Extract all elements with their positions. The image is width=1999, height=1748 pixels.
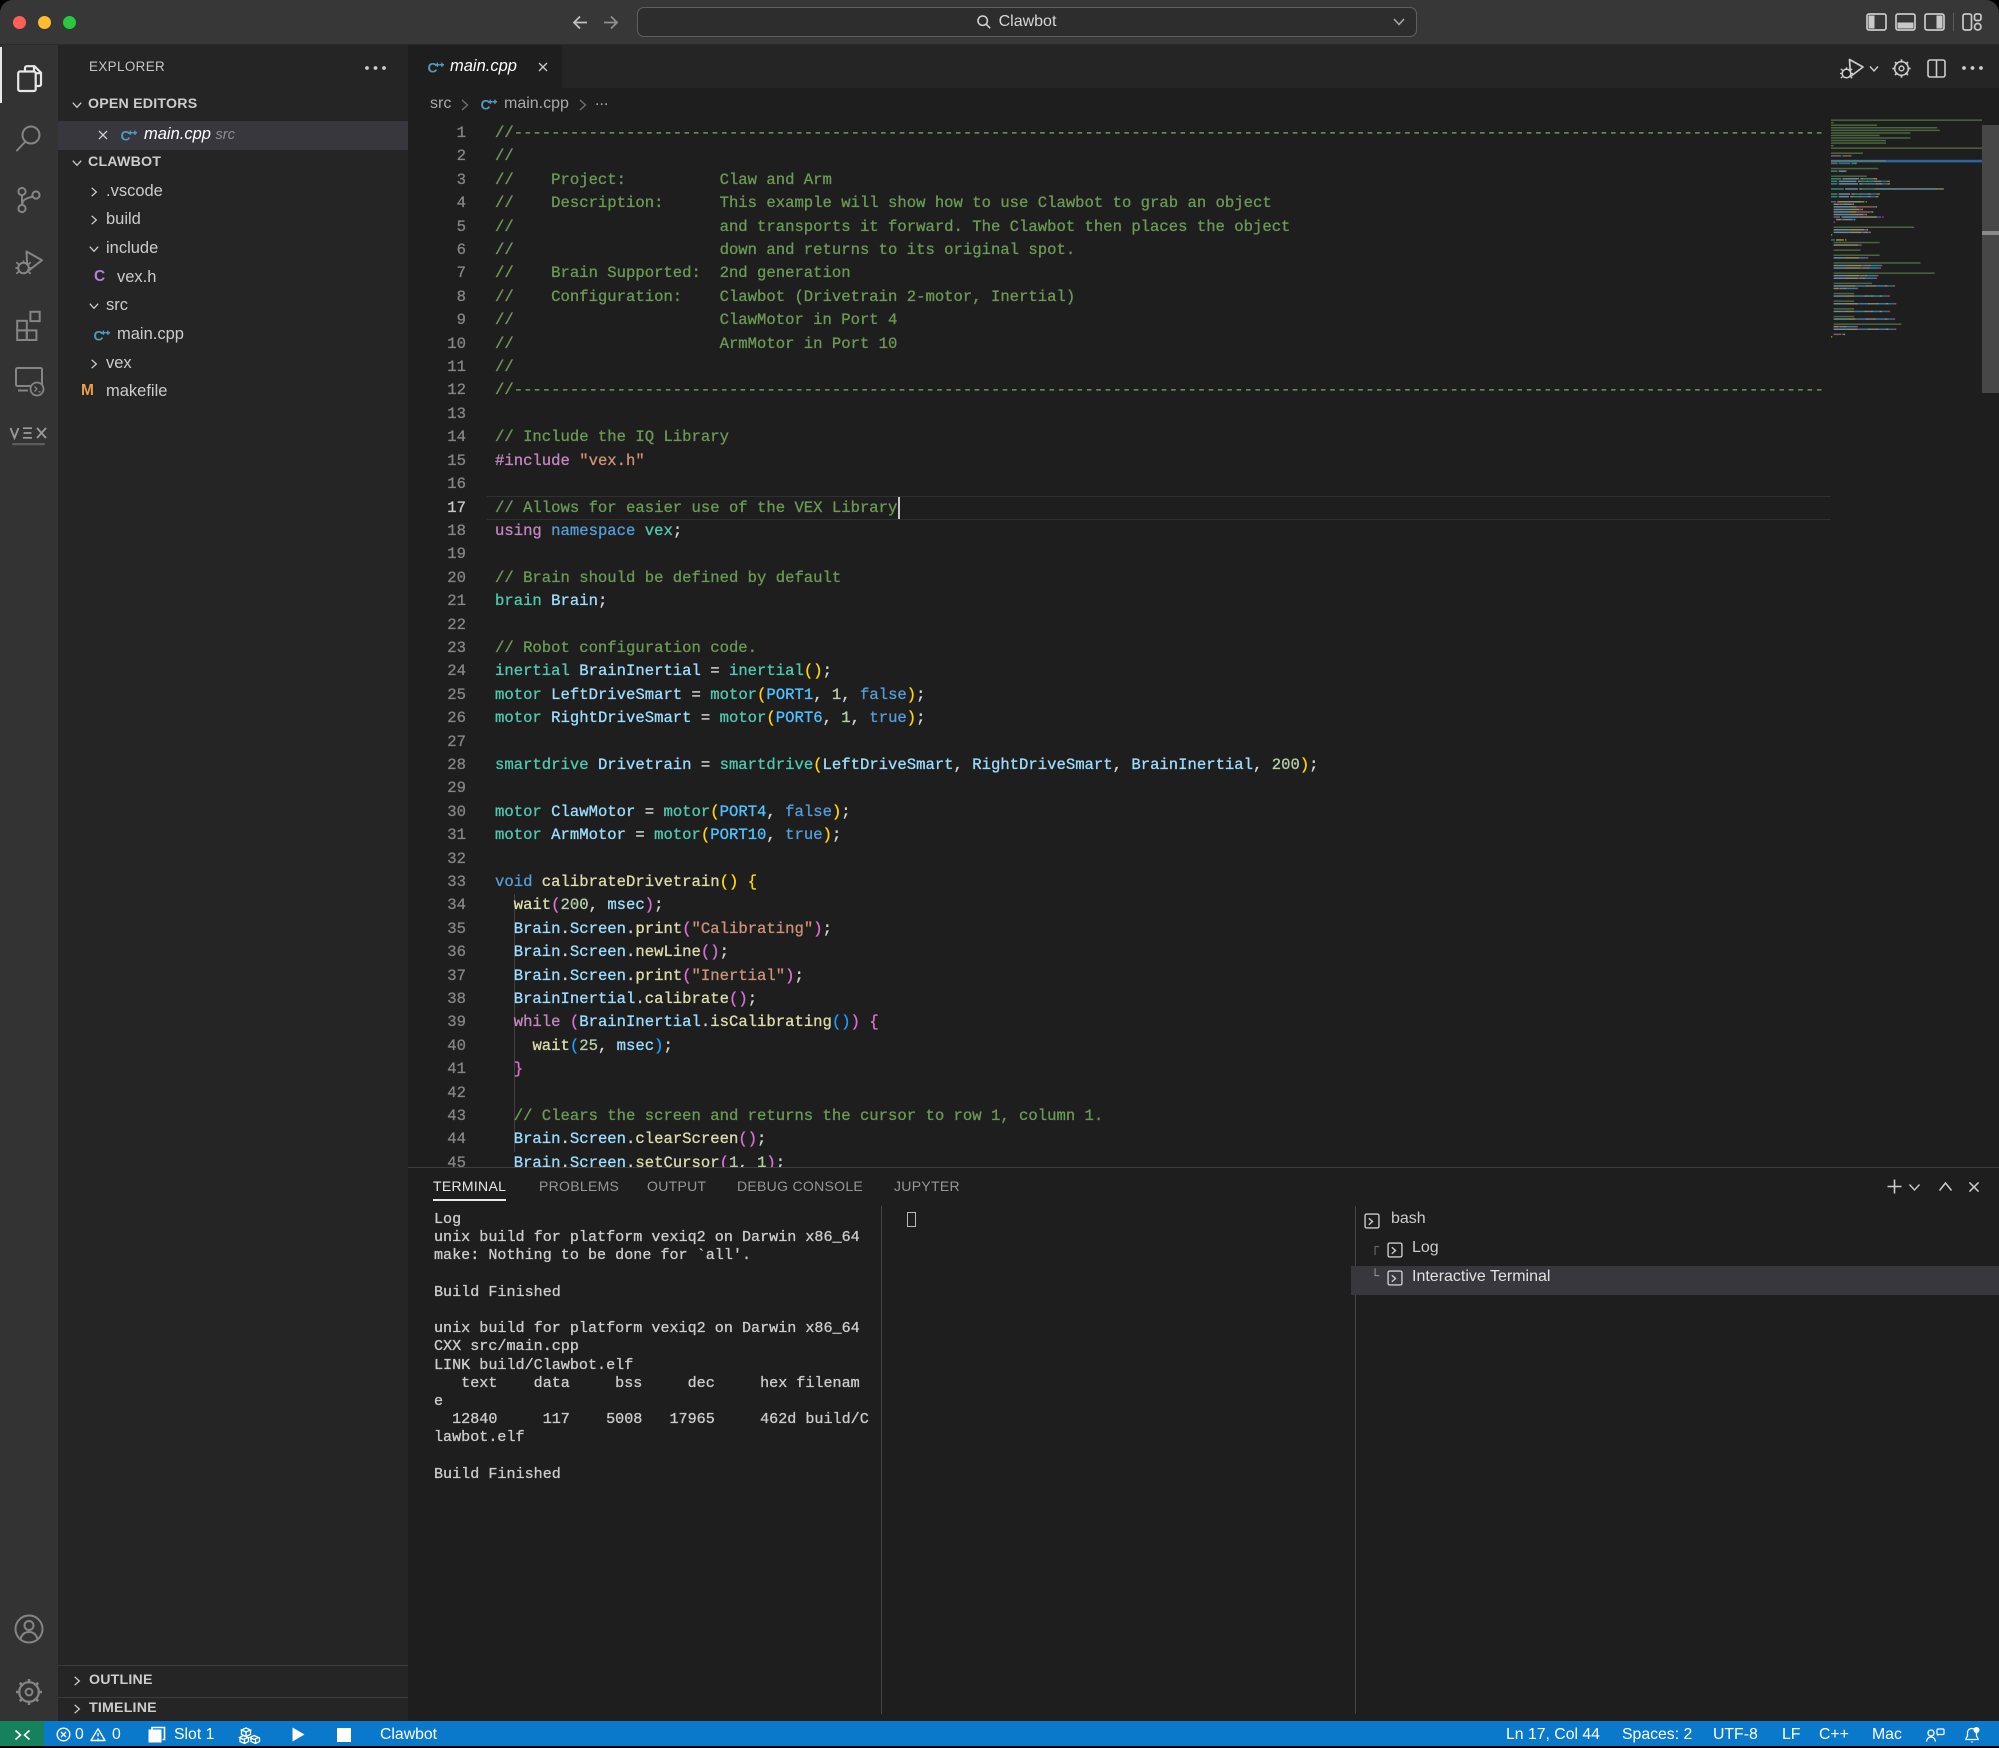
svg-text:C: C — [94, 328, 104, 342]
svg-text:C: C — [428, 61, 438, 75]
svg-text:C: C — [481, 98, 491, 112]
svg-text:C: C — [121, 129, 131, 143]
